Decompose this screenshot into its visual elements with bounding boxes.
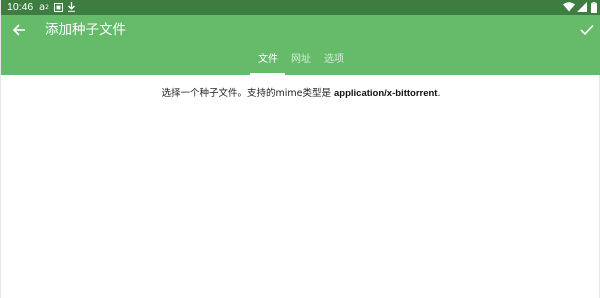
download-icon: [66, 1, 76, 13]
signal-icon: [577, 1, 587, 13]
wifi-icon: [563, 1, 575, 13]
tab-url[interactable]: 网址: [291, 53, 311, 67]
status-time: 10:46: [7, 1, 34, 13]
a-superscript-icon: a2: [39, 1, 49, 13]
instruction-prefix: 选择一个种子文件。支持的mime类型是: [161, 88, 335, 99]
page-title: 添加种子文件: [45, 22, 126, 38]
app-bar: 添加种子文件 文件 网址 选项: [1, 15, 600, 75]
tab-file[interactable]: 文件: [258, 53, 278, 67]
app-window: 10:46 a2 添加种子文件 文件 网址 选项 选择一个种子文件。支持的mim…: [0, 0, 600, 298]
tab-options[interactable]: 选项: [324, 53, 344, 67]
mime-type-text: application/x-bittorrent: [334, 88, 438, 99]
a-indicator-sup: 2: [45, 3, 49, 11]
status-bar: 10:46 a2: [1, 0, 600, 15]
tab-bar: 文件 网址 选项: [1, 49, 600, 75]
instruction-suffix: .: [437, 88, 441, 99]
screenshot-icon: [53, 1, 63, 13]
check-icon[interactable]: [577, 20, 597, 40]
arrow-back-icon[interactable]: [9, 20, 29, 40]
battery-icon: [590, 1, 597, 13]
instruction-text: 选择一个种子文件。支持的mime类型是 application/x-bittor…: [1, 87, 600, 101]
main-content: 选择一个种子文件。支持的mime类型是 application/x-bittor…: [1, 75, 600, 298]
